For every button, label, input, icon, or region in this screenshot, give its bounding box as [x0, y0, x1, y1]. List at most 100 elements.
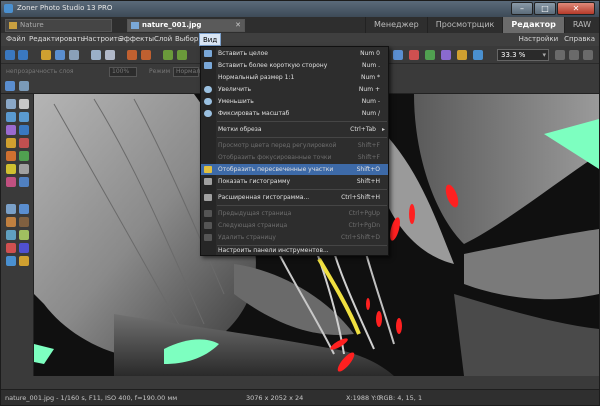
tab-close-icon[interactable]: ✕	[235, 20, 241, 31]
blur-icon[interactable]	[6, 230, 16, 240]
fullscreen-icon[interactable]	[583, 50, 593, 60]
forward-icon[interactable]	[18, 50, 28, 60]
perspective-icon[interactable]	[19, 256, 29, 266]
menu-item-show-overexposed[interactable]: Отобразить пересвеченные участки Shift+O	[201, 164, 388, 175]
menu-item-fix-zoom[interactable]: Фиксировать масштаб Num /	[201, 108, 388, 119]
print-icon[interactable]	[69, 50, 79, 60]
levels-icon[interactable]	[425, 50, 435, 60]
eraser-icon[interactable]	[19, 164, 29, 174]
close-button[interactable]: ✕	[557, 2, 595, 15]
fit-icon	[204, 50, 212, 57]
straighten-icon[interactable]	[6, 256, 16, 266]
menu-item-extended-histogram[interactable]: Расширенная гистограмма... Ctrl+Shift+H	[201, 192, 388, 203]
menu-edit[interactable]: Редактировать	[29, 35, 85, 43]
text-tool-icon[interactable]	[6, 204, 16, 214]
menu-item-fit-whole[interactable]: Вставить целое Num 0	[201, 48, 388, 59]
transparency-input[interactable]: 100%	[109, 67, 137, 77]
zoom-out-icon[interactable]	[555, 50, 565, 60]
mode-manager[interactable]: Менеджер	[365, 17, 427, 33]
rotate-icon[interactable]	[163, 50, 173, 60]
menu-item-prev-page[interactable]: Предыдущая страница Ctrl+PgUp	[201, 208, 388, 219]
hand-tool-icon[interactable]	[19, 81, 29, 91]
zoom-in-icon[interactable]	[569, 50, 579, 60]
hand-icon[interactable]	[19, 99, 29, 109]
open-icon[interactable]	[41, 50, 51, 60]
menu-adjust[interactable]: Настроить	[83, 35, 122, 43]
maximize-button[interactable]: □	[534, 2, 556, 15]
menu-item-fit-short-side[interactable]: Вставить более короткую сторону Num .	[201, 60, 388, 71]
magic-wand-icon[interactable]	[6, 125, 16, 135]
menu-item-shortcut: Num .	[362, 62, 380, 69]
submenu-arrow-icon: ▸	[381, 126, 385, 133]
dodge-icon[interactable]	[6, 217, 16, 227]
menu-select[interactable]: Выбор	[175, 35, 198, 43]
paste-icon[interactable]	[105, 50, 115, 60]
menu-layer[interactable]: Слой	[154, 35, 172, 43]
menu-item-label: Уменьшить	[218, 98, 254, 105]
flip-icon[interactable]	[177, 50, 187, 60]
menu-effects[interactable]: Эффекты	[119, 35, 154, 43]
tab-nature[interactable]: Nature	[5, 19, 112, 32]
back-icon[interactable]	[5, 50, 15, 60]
arrow-tool-icon[interactable]	[19, 243, 29, 253]
clone-icon[interactable]	[6, 151, 16, 161]
app-icon	[4, 4, 13, 13]
pencil-icon[interactable]	[6, 164, 16, 174]
crop-tool-icon[interactable]	[19, 125, 29, 135]
minimize-button[interactable]: –	[511, 2, 533, 15]
menu-item-focus-points[interactable]: Отобразить фокусированные точки Shift+F	[201, 152, 388, 163]
rect-select-icon[interactable]	[6, 112, 16, 122]
menu-item-zoom-in[interactable]: Увеличить Num +	[201, 84, 388, 95]
burn-icon[interactable]	[19, 217, 29, 227]
menu-item-label: Расширенная гистограмма...	[218, 194, 310, 201]
gradient-icon[interactable]	[6, 177, 16, 187]
zoom-in-icon	[204, 86, 212, 93]
zoom-value: 33.3 %	[501, 51, 526, 59]
delete-page-icon	[204, 234, 212, 241]
shape-tool-icon[interactable]	[19, 204, 29, 214]
menu-item-color-preview[interactable]: Просмотр цвета перед регулировкой Shift+…	[201, 140, 388, 151]
magnify-icon[interactable]	[6, 99, 16, 109]
mode-editor[interactable]: Редактор	[502, 17, 564, 33]
red-eye-icon[interactable]	[19, 138, 29, 148]
lasso-icon[interactable]	[19, 112, 29, 122]
menu-item-normal-size[interactable]: Нормальный размер 1:1 Num *	[201, 72, 388, 83]
chevron-down-icon: ▾	[542, 51, 546, 59]
menu-item-show-histogram[interactable]: Показать гистограмму Shift+H	[201, 176, 388, 187]
redo-icon[interactable]	[141, 50, 151, 60]
sharpen-icon[interactable]	[19, 230, 29, 240]
menu-item-label: Метки обреза	[218, 126, 262, 133]
tab-nature-001[interactable]: nature_001.jpg ✕	[127, 19, 245, 32]
menu-item-shortcut: Shift+O	[356, 166, 380, 173]
menu-file[interactable]: Файл	[6, 35, 25, 43]
prev-page-icon	[204, 210, 212, 217]
menu-item-next-page[interactable]: Следующая страница Ctrl+PgDn	[201, 220, 388, 231]
zoom-tool-icon[interactable]	[5, 81, 15, 91]
effects-icon[interactable]	[441, 50, 451, 60]
save-icon[interactable]	[55, 50, 65, 60]
heal-icon[interactable]	[19, 151, 29, 161]
copy-icon[interactable]	[91, 50, 101, 60]
color-icon[interactable]	[409, 50, 419, 60]
undo-icon[interactable]	[127, 50, 137, 60]
menu-item-label: Вставить более короткую сторону	[218, 62, 328, 69]
mode-viewer[interactable]: Просмотрщик	[426, 17, 503, 33]
line-tool-icon[interactable]	[6, 243, 16, 253]
layers-icon[interactable]	[457, 50, 467, 60]
zoom-select[interactable]: 33.3 % ▾	[497, 49, 549, 61]
menu-item-label: Вставить целое	[218, 50, 268, 57]
menu-item-zoom-out[interactable]: Уменьшить Num -	[201, 96, 388, 107]
help-link[interactable]: Справка	[564, 35, 595, 43]
mode-raw[interactable]: RAW	[563, 17, 599, 33]
info-icon[interactable]	[473, 50, 483, 60]
fill-icon[interactable]	[19, 177, 29, 187]
menu-view[interactable]: Вид	[199, 33, 222, 46]
menu-item-delete-page[interactable]: Удалить страницу Ctrl+Shift+D	[201, 232, 388, 243]
settings-link[interactable]: Настройки	[519, 35, 559, 43]
menu-item-customize-toolbars[interactable]: Настроить панели инструментов...	[201, 246, 388, 255]
brush-icon[interactable]	[6, 138, 16, 148]
transparency-label: непрозрачность слоя	[6, 68, 74, 75]
mode-select[interactable]: Нормально	[173, 67, 211, 77]
crop-icon[interactable]	[393, 50, 403, 60]
menu-item-crop-marks[interactable]: Метки обреза Ctrl+Tab ▸	[201, 124, 388, 135]
